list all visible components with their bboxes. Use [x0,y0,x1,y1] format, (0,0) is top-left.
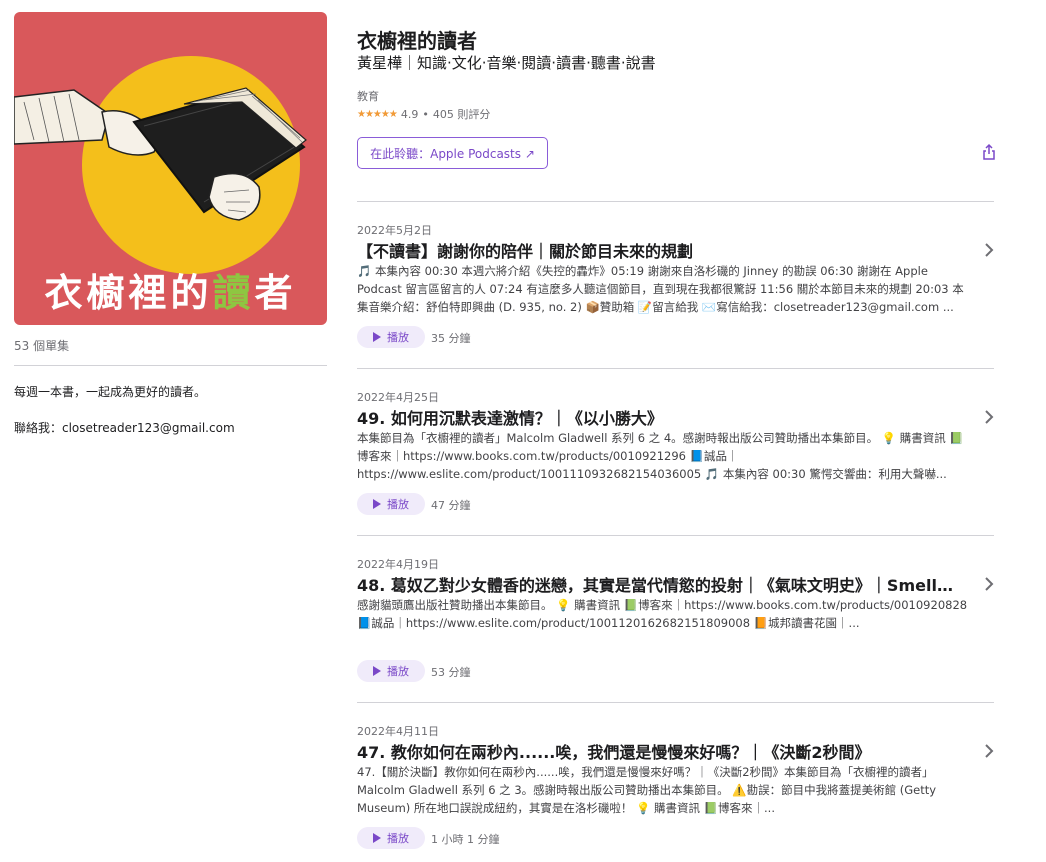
chevron-right-icon[interactable] [983,409,995,425]
rating-value: 4.9 [400,107,419,121]
divider [14,365,327,366]
episode-date: 2022年4月19日 [357,558,439,571]
episode-item[interactable]: 2022年4月11日 47. 教你如何在兩秒內......唉，我們還是慢慢來好嗎… [357,702,994,849]
contact-info: 聯絡我：closetreader123@gmail.com [14,421,235,435]
play-button[interactable]: 播放 [357,493,425,515]
play-icon [373,499,381,509]
book-hands-illustration [14,87,307,221]
episode-duration: 35 分鐘 [431,332,471,345]
listen-button-label: 在此聆聽：Apple Podcasts ↗ [370,146,535,161]
artwork-title: 衣櫥裡的讀者 [44,271,297,315]
episode-title[interactable]: 47. 教你如何在兩秒內......唉，我們還是慢慢來好嗎？｜《決斷2秒間》 [357,739,962,763]
play-label: 播放 [387,331,409,344]
episode-duration: 53 分鐘 [431,666,471,679]
episode-title[interactable]: 48. 葛奴乙對少女體香的迷戀，其實是當代情慾的投射｜《氣味文明史》｜Smell… [357,572,962,596]
podcast-author[interactable]: 黃星樺｜知識‧文化‧音樂‧閱讀‧讀書‧聽書‧說書 [357,52,656,73]
play-button[interactable]: 播放 [357,827,425,849]
play-button[interactable]: 播放 [357,326,425,348]
podcast-artwork: 衣櫥裡的讀者 [14,12,327,325]
play-label: 播放 [387,498,409,511]
episode-date: 2022年4月25日 [357,391,439,404]
listen-on-apple-podcasts-button[interactable]: 在此聆聽：Apple Podcasts ↗ [357,137,548,169]
star-rating-icon: ★★★★★ [357,108,398,120]
episode-duration: 47 分鐘 [431,499,471,512]
play-icon [373,332,381,342]
play-icon [373,833,381,843]
episode-description: 本集節目為「衣櫥裡的讀者」Malcolm Gladwell 系列 6 之 4。感… [357,431,964,481]
episode-date: 2022年5月2日 [357,224,432,237]
episode-item[interactable]: 2022年4月25日 49. 如何用沉默表達激情？｜《以小勝大》 本集節目為「衣… [357,368,994,515]
episode-duration: 1 小時 1 分鐘 [431,833,500,846]
chevron-right-icon[interactable] [983,242,995,258]
podcast-description: 每週一本書，一起成為更好的讀者。 [14,385,207,399]
play-label: 播放 [387,665,409,678]
rating-separator: • [422,107,429,121]
play-label: 播放 [387,832,409,845]
episode-date: 2022年4月11日 [357,725,439,738]
play-icon [373,666,381,676]
episode-item[interactable]: 2022年4月19日 48. 葛奴乙對少女體香的迷戀，其實是當代情慾的投射｜《氣… [357,535,994,682]
episode-title[interactable]: 49. 如何用沉默表達激情？｜《以小勝大》 [357,405,962,429]
rating: ★★★★★ 4.9 • 405 則評分 [357,106,490,122]
episode-description: 47.【關於決斷】教你如何在兩秒內......唉，我們還是慢慢來好嗎？｜《決斷2… [357,765,937,815]
category-label[interactable]: 教育 [357,88,379,104]
episode-title[interactable]: 【不讀書】謝謝你的陪伴｜關於節目未來的規劃 [357,238,962,262]
episode-description: 🎵 本集內容 00:30 本週六將介紹《失控的轟炸》05:19 謝謝來自洛杉磯的… [357,264,964,314]
episode-description: 感謝貓頭鷹出版社贊助播出本集節目。 💡 購書資訊 📗博客來｜https://ww… [357,598,968,630]
episode-count: 53 個單集 [14,339,70,353]
share-icon[interactable] [980,143,998,161]
episode-item[interactable]: 2022年5月2日 【不讀書】謝謝你的陪伴｜關於節目未來的規劃 🎵 本集內容 0… [357,201,994,348]
play-button[interactable]: 播放 [357,660,425,682]
rating-count: 405 則評分 [432,108,491,121]
podcast-title: 衣櫥裡的讀者 [357,29,477,53]
chevron-right-icon[interactable] [983,576,995,592]
chevron-right-icon[interactable] [983,743,995,759]
